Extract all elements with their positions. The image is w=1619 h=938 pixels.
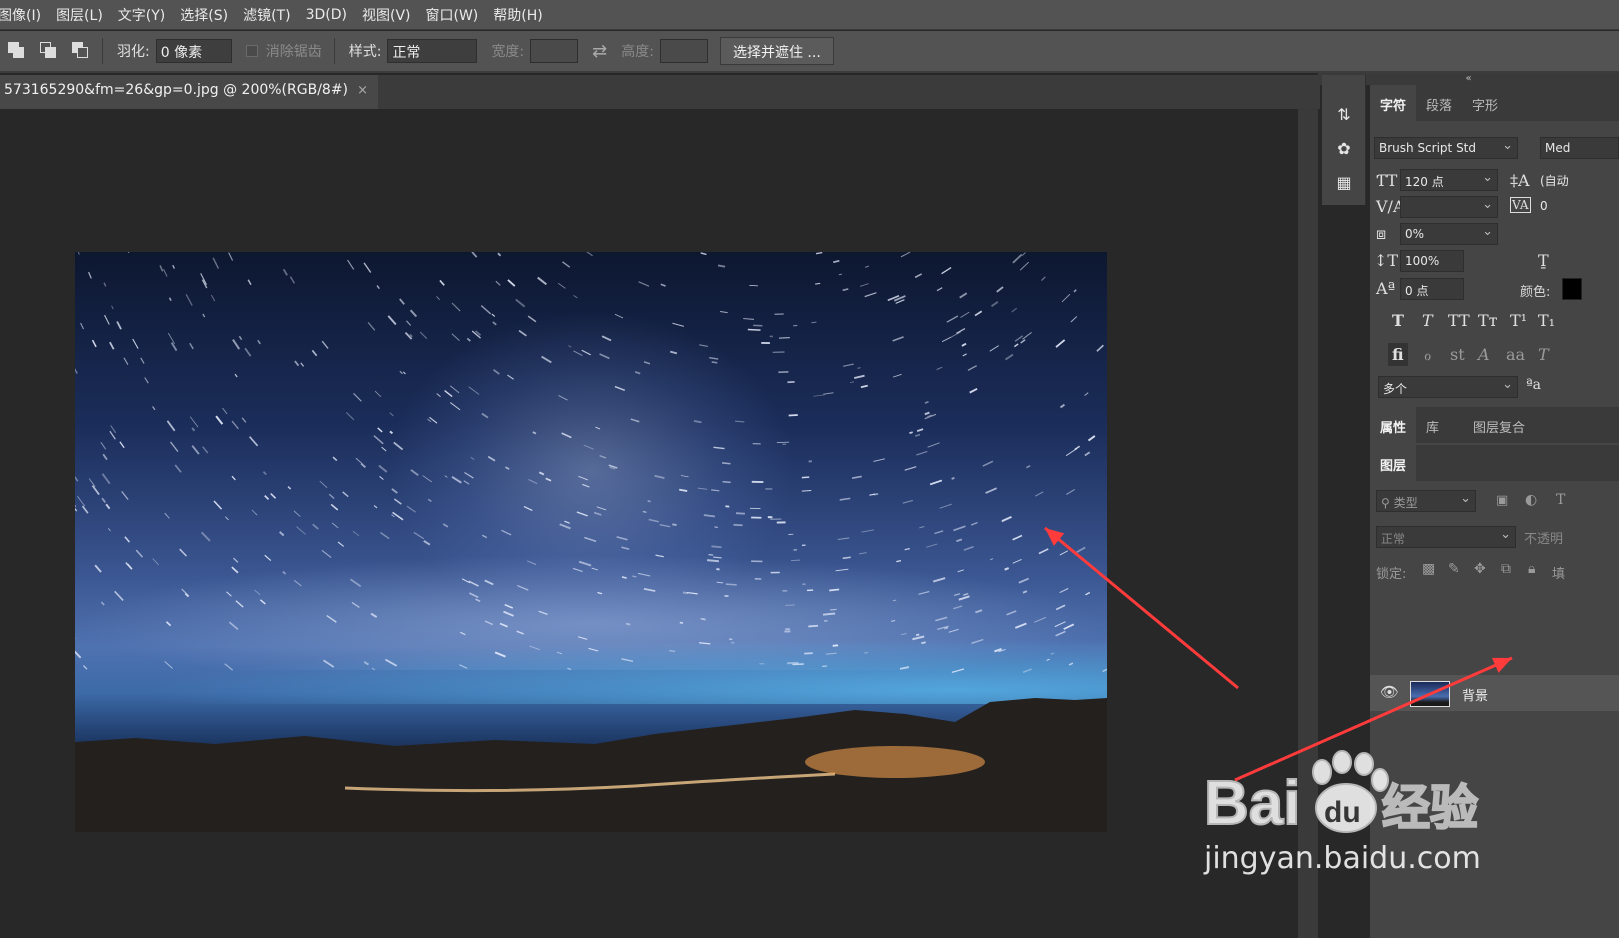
watermark-suffix: 经验 [1382,780,1478,836]
watermark-url: jingyan.baidu.com [1203,841,1481,876]
baidu-watermark-logo: Bai du 经验 jingyan.baidu.com [1203,750,1481,876]
watermark-brand: Bai [1204,769,1300,838]
annotation-arrow-line-1 [1044,526,1239,690]
svg-text:du: du [1324,796,1361,829]
paw-icon: du [1312,750,1389,833]
